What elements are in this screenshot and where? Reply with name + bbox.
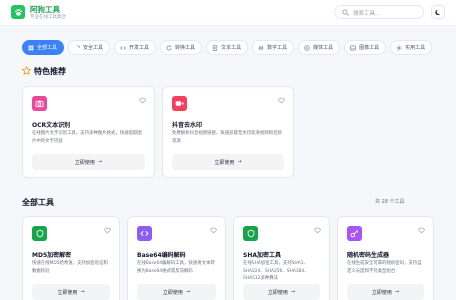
button-label: 立即使用 — [371, 289, 392, 296]
paw-icon — [14, 8, 22, 16]
tab-hash[interactable]: 数字工具 — [252, 40, 295, 55]
tab-code[interactable]: 开发工具 — [114, 40, 157, 55]
button-label: 立即使用 — [214, 159, 235, 166]
favorite-heart-icon[interactable] — [139, 97, 146, 104]
favorite-heart-icon[interactable] — [314, 227, 321, 234]
card-description: 在线SHA加密工具，支持SHA1、SHA224、SHA256、SHA384、SH… — [243, 261, 309, 281]
button-label: 立即使用 — [57, 289, 78, 296]
tab-shield[interactable]: 安全工具 — [68, 40, 111, 55]
tab-label: 转换工具 — [175, 45, 196, 51]
card-title: 随机密码生成器 — [347, 252, 390, 259]
card-title: MD5加密解密 — [32, 252, 72, 259]
favorite-heart-icon[interactable] — [210, 227, 217, 234]
theme-toggle-button[interactable] — [431, 5, 445, 19]
tab-label: 文本工具 — [221, 45, 242, 51]
arrow-right-icon: → — [80, 289, 85, 295]
video-icon — [172, 96, 187, 111]
code-icon — [137, 226, 152, 241]
tab-image[interactable]: 图像工具 — [344, 40, 387, 55]
shield-icon — [243, 226, 258, 241]
star-icon — [22, 66, 31, 75]
use-now-button[interactable]: 立即使用 → — [32, 284, 110, 300]
featured-card-douyin[interactable]: 抖音去水印 免费解析抖音视频链接，快速获取无水印高清视频和音频资源 立即使用 → — [162, 86, 294, 178]
card-title: SHA加密工具 — [243, 252, 281, 259]
card-description: 在线图片文字识别工具，支持多种图片格式，快速提取图片中的文字内容 — [32, 131, 142, 144]
card-description: 在线生成安全可靠的随机密码，支持自定义长度和字符类型组合 — [347, 261, 422, 274]
arrow-right-icon: → — [97, 159, 103, 165]
tool-icon — [396, 45, 402, 50]
tab-grid[interactable]: 全部工具 — [22, 40, 65, 55]
featured-card-ocr[interactable]: OCR文本识别 在线图片文字识别工具，支持多种图片格式，快速提取图片中的文字内容… — [22, 86, 155, 178]
tab-tool[interactable]: 实用工具 — [390, 40, 433, 55]
tab-label: 全部工具 — [37, 45, 58, 51]
search-box[interactable]: 搜索工具... — [334, 5, 424, 19]
tab-document[interactable]: 文本工具 — [206, 40, 249, 55]
image-icon — [350, 45, 356, 50]
key-icon — [347, 226, 362, 241]
button-label: 立即使用 — [267, 289, 288, 296]
tab-label: 图像工具 — [359, 45, 380, 51]
all-tools-section-title: 全部工具 — [22, 198, 54, 207]
arrow-right-icon: → — [394, 289, 400, 295]
tool-card-md5[interactable]: MD5加密解密 快速在线MD5哈希值，支持加密验证和数据校验 立即使用 → — [22, 216, 120, 300]
tool-card-sha[interactable]: SHA加密工具 在线SHA加密工具，支持SHA1、SHA224、SHA256、S… — [233, 216, 330, 300]
card-description: 在线Base64编解码工具，快速将文本转换为Base64格式或反向解码 — [137, 261, 215, 274]
tab-label: 实用工具 — [405, 45, 426, 51]
card-title: 抖音去水印 — [172, 122, 203, 129]
tab-label: 媒体工具 — [313, 45, 334, 51]
tab-label: 开发工具 — [129, 45, 150, 51]
refresh-icon — [166, 44, 172, 50]
arrow-right-icon: → — [237, 159, 242, 165]
tab-label: 数字工具 — [267, 45, 288, 51]
camera-icon — [32, 96, 47, 111]
tool-card-password[interactable]: 随机密码生成器 在线生成安全可靠的随机密码，支持自定义长度和字符类型组合 立即使… — [337, 216, 434, 300]
search-input[interactable]: 搜索工具... — [353, 9, 380, 17]
favorite-heart-icon[interactable] — [278, 97, 285, 104]
use-now-button[interactable]: 立即使用 → — [172, 154, 284, 170]
shield-icon — [76, 44, 80, 48]
arrow-right-icon: → — [290, 289, 296, 295]
use-now-button[interactable]: 立即使用 → — [243, 284, 320, 300]
tab-refresh[interactable]: 转换工具 — [160, 40, 203, 55]
hash-icon — [258, 45, 264, 50]
card-title: Base64编码解码 — [137, 252, 186, 259]
arrow-right-icon: → — [185, 289, 191, 295]
card-description: 快速在线MD5哈希值，支持加密验证和数据校验 — [32, 261, 108, 274]
button-label: 立即使用 — [162, 289, 183, 296]
button-label: 立即使用 — [74, 159, 95, 166]
grid-icon — [28, 45, 34, 50]
tool-card-base64[interactable]: Base64编码解码 在线Base64编解码工具，快速将文本转换为Base64格… — [127, 216, 226, 300]
use-now-button[interactable]: 立即使用 → — [347, 284, 424, 300]
category-tabs: 全部工具 安全工具 开发工具 转换工具 文本工具 数字工具 媒体工具 图像工具 实用工具 — [22, 40, 433, 55]
code-icon — [120, 45, 126, 50]
use-now-button[interactable]: 立即使用 → — [32, 154, 145, 170]
use-now-button[interactable]: 立即使用 → — [137, 284, 216, 300]
logo[interactable] — [11, 5, 25, 19]
top-bar: 阿狗工具 专业在线工具集合 搜索工具... — [0, 0, 456, 26]
shield-icon — [32, 226, 47, 241]
document-icon — [212, 44, 218, 51]
moon-icon — [434, 9, 440, 15]
search-icon — [342, 9, 349, 16]
tab-label: 安全工具 — [83, 45, 104, 51]
tool-count: 共 28 个工具 — [375, 199, 405, 205]
favorite-heart-icon[interactable] — [104, 227, 111, 234]
card-title: OCR文本识别 — [32, 122, 71, 129]
favorite-heart-icon[interactable] — [418, 227, 425, 234]
tab-play[interactable]: 媒体工具 — [298, 40, 341, 55]
featured-section-title: 特色推荐 — [34, 67, 66, 76]
play-icon — [304, 44, 310, 51]
brand-subtitle: 专业在线工具集合 — [30, 15, 66, 20]
card-description: 免费解析抖音视频链接，快速获取无水印高清视频和音频资源 — [172, 131, 282, 144]
